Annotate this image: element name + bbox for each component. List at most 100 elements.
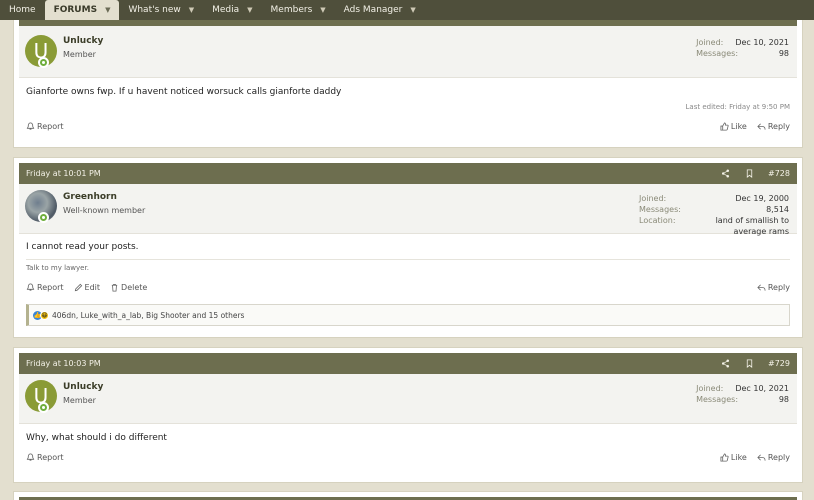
reply-label: Reply bbox=[767, 122, 790, 131]
post: Friday at 10:03 PM #729 U Unlucky Member… bbox=[13, 347, 803, 483]
post-number[interactable]: #729 bbox=[768, 359, 790, 368]
pencil-icon bbox=[74, 283, 82, 292]
delete-button[interactable]: Delete bbox=[110, 283, 147, 292]
report-label: Report bbox=[37, 122, 64, 131]
nav-members[interactable]: Members ▼ bbox=[262, 0, 335, 20]
share-icon[interactable] bbox=[720, 169, 730, 179]
post-actions: Report Like Reply bbox=[26, 122, 790, 131]
username[interactable]: Unlucky bbox=[63, 382, 103, 392]
nav-members-label: Members bbox=[270, 5, 313, 15]
reply-button[interactable]: Reply bbox=[757, 453, 790, 462]
report-button[interactable]: Report bbox=[26, 122, 64, 131]
post-date[interactable]: Friday at 10:03 PM bbox=[26, 359, 720, 368]
user-stats: Joined: Dec 10, 2021 Messages: 98 bbox=[696, 383, 789, 405]
messages-value[interactable]: 98 bbox=[779, 394, 789, 405]
nav-home-label: Home bbox=[9, 5, 36, 15]
post-header: Friday at 10:01 PM #728 bbox=[19, 163, 797, 184]
nav-media-label: Media bbox=[212, 5, 240, 15]
chevron-down-icon[interactable]: ▼ bbox=[247, 6, 252, 14]
post-number[interactable]: #728 bbox=[768, 169, 790, 178]
bell-icon bbox=[26, 453, 35, 461]
user-stats: Joined: Dec 10, 2021 Messages: 98 bbox=[696, 37, 789, 59]
online-status-icon bbox=[38, 57, 49, 68]
user-stats: Joined: Dec 19, 2000 Messages: 8,514 Locat… bbox=[639, 193, 789, 237]
like-button[interactable]: Like bbox=[720, 122, 747, 131]
joined-label: Joined: bbox=[639, 194, 667, 203]
post-body: I cannot read your posts. bbox=[26, 242, 139, 252]
nav-forums-label: FORUMS bbox=[53, 5, 98, 15]
trash-icon bbox=[111, 283, 118, 292]
chevron-down-icon[interactable]: ▼ bbox=[105, 6, 110, 14]
nav-media[interactable]: Media ▼ bbox=[203, 0, 261, 20]
thumbs-up-icon bbox=[720, 122, 729, 131]
post-body: Gianforte owns fwp. If u havent noticed … bbox=[26, 87, 342, 97]
nav-whats-new[interactable]: What's new ▼ bbox=[119, 0, 203, 20]
user-title: Member bbox=[63, 50, 96, 59]
bookmark-icon[interactable] bbox=[744, 169, 754, 179]
post-body: Why, what should i do different bbox=[26, 433, 167, 443]
haha-reaction-icon: 😆 bbox=[40, 310, 49, 320]
top-navigation: Home FORUMS ▼ What's new ▼ Media ▼ Members ▼… bbox=[0, 0, 814, 20]
reply-icon bbox=[757, 284, 766, 291]
reply-label: Reply bbox=[767, 453, 790, 462]
share-icon[interactable] bbox=[720, 359, 730, 369]
edit-button[interactable]: Edit bbox=[74, 283, 101, 292]
reaction-users[interactable]: 406dn, Luke_with_a_lab, Big Shooter and … bbox=[52, 311, 244, 320]
report-label: Report bbox=[37, 453, 64, 462]
bell-icon bbox=[26, 122, 35, 130]
post-date[interactable]: Friday at 10:01 PM bbox=[26, 169, 720, 178]
messages-value[interactable]: 8,514 bbox=[766, 204, 789, 215]
reply-icon bbox=[757, 454, 766, 461]
like-label: Like bbox=[730, 122, 747, 131]
chevron-down-icon[interactable]: ▼ bbox=[189, 6, 194, 14]
messages-label: Messages: bbox=[639, 205, 681, 214]
username[interactable]: Greenhorn bbox=[63, 192, 117, 202]
nav-ads-manager-label: Ads Manager bbox=[343, 5, 403, 15]
thumbs-up-icon bbox=[720, 453, 729, 462]
post bbox=[13, 491, 803, 500]
user-title: Well-known member bbox=[63, 206, 146, 215]
joined-value: Dec 19, 2000 bbox=[735, 194, 789, 203]
messages-label: Messages: bbox=[696, 49, 739, 58]
nav-forums[interactable]: FORUMS ▼ bbox=[44, 0, 120, 20]
bookmark-icon[interactable] bbox=[744, 359, 754, 369]
reply-button[interactable]: Reply bbox=[757, 283, 790, 292]
report-label: Report bbox=[37, 283, 64, 292]
post: U Unlucky Member Joined: Dec 10, 2021 Mes… bbox=[13, 14, 803, 148]
messages-label: Messages: bbox=[696, 395, 739, 404]
chevron-down-icon[interactable]: ▼ bbox=[410, 6, 415, 14]
bell-icon bbox=[26, 283, 35, 291]
like-button[interactable]: Like bbox=[720, 453, 747, 462]
nav-home[interactable]: Home bbox=[0, 0, 45, 20]
joined-label: Joined: bbox=[696, 384, 724, 393]
post-actions: Report Like Reply bbox=[26, 453, 790, 462]
nav-whats-new-label: What's new bbox=[128, 5, 181, 15]
post-header: Friday at 10:03 PM #729 bbox=[19, 353, 797, 374]
username[interactable]: Unlucky bbox=[63, 36, 103, 46]
user-bar: U Unlucky Member Joined: Dec 10, 2021 Mes… bbox=[19, 26, 797, 78]
signature: Talk to my lawyer. bbox=[26, 259, 790, 272]
location-value[interactable]: land of smallish to average rams bbox=[688, 215, 789, 237]
reactions-bar[interactable]: 👍 😆 406dn, Luke_with_a_lab, Big Shooter … bbox=[26, 304, 790, 326]
online-status-icon bbox=[38, 212, 49, 223]
joined-value: Dec 10, 2021 bbox=[735, 384, 789, 393]
nav-ads-manager[interactable]: Ads Manager ▼ bbox=[335, 0, 425, 20]
delete-label: Delete bbox=[121, 283, 148, 292]
user-title: Member bbox=[63, 396, 96, 405]
location-label: Location: bbox=[639, 216, 676, 225]
report-button[interactable]: Report bbox=[26, 283, 64, 292]
report-button[interactable]: Report bbox=[26, 453, 64, 462]
user-bar: Greenhorn Well-known member Joined: Dec 1… bbox=[19, 184, 797, 237]
reply-label: Reply bbox=[767, 283, 790, 292]
messages-value[interactable]: 98 bbox=[779, 48, 789, 59]
like-label: Like bbox=[730, 453, 747, 462]
reply-button[interactable]: Reply bbox=[757, 122, 790, 131]
edit-label: Edit bbox=[84, 283, 101, 292]
chevron-down-icon[interactable]: ▼ bbox=[320, 6, 325, 14]
joined-label: Joined: bbox=[696, 38, 724, 47]
last-edited: Last edited: Friday at 9:50 PM bbox=[685, 103, 790, 111]
post-actions: Report Edit Delete Reply bbox=[26, 283, 790, 292]
reply-icon bbox=[757, 123, 766, 130]
user-bar: U Unlucky Member Joined: Dec 10, 2021 Mes… bbox=[19, 374, 797, 424]
post: Friday at 10:01 PM #728 Greenhorn Well-k… bbox=[13, 157, 803, 338]
